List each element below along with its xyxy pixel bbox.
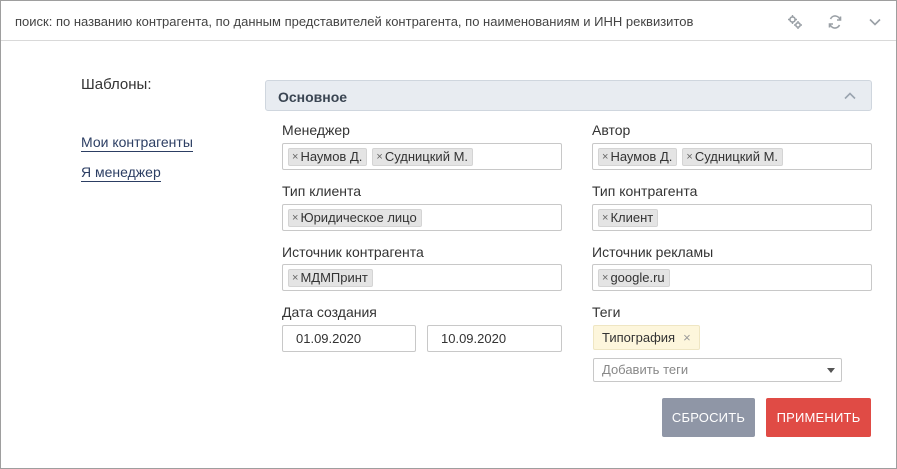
chevron-up-icon[interactable] bbox=[843, 89, 857, 103]
client-type-field[interactable]: × Юридическое лицо bbox=[282, 204, 562, 231]
chip-remove-icon[interactable]: × bbox=[602, 212, 608, 224]
chip-label: Наумов Д. bbox=[300, 149, 363, 164]
add-tags-placeholder: Добавить теги bbox=[602, 362, 689, 377]
chip: × google.ru bbox=[598, 268, 670, 287]
author-label: Автор bbox=[592, 122, 631, 138]
chip-remove-icon[interactable]: × bbox=[292, 272, 298, 284]
chip-label: МДМПринт bbox=[300, 270, 368, 285]
counterparty-type-label: Тип контрагента bbox=[592, 183, 698, 199]
chip-label: Судницкий М. bbox=[384, 149, 469, 164]
chip-label: Юридическое лицо bbox=[300, 210, 417, 225]
reset-button[interactable]: СБРОСИТЬ bbox=[662, 398, 755, 437]
chip-remove-icon[interactable]: × bbox=[376, 151, 382, 163]
manager-field[interactable]: × Наумов Д. × Судницкий М. bbox=[282, 143, 562, 170]
search-input[interactable]: поиск: по названию контрагента, по данны… bbox=[15, 14, 693, 29]
client-type-label: Тип клиента bbox=[282, 183, 362, 199]
template-link-my-counterparties[interactable]: Мои контрагенты bbox=[81, 134, 193, 152]
created-date-label: Дата создания bbox=[282, 304, 377, 320]
chip: × Наумов Д. bbox=[598, 147, 678, 166]
ad-source-field[interactable]: × google.ru bbox=[592, 264, 872, 291]
tag-remove-icon[interactable]: × bbox=[683, 330, 691, 345]
ad-source-label: Источник рекламы bbox=[592, 244, 714, 260]
chip: × Судницкий М. bbox=[372, 147, 474, 166]
apply-button[interactable]: ПРИМЕНИТЬ bbox=[766, 398, 871, 437]
chevron-down-icon[interactable] bbox=[865, 12, 885, 32]
search-bar[interactable]: поиск: по названию контрагента, по данны… bbox=[1, 1, 896, 41]
chip: × Судницкий М. bbox=[682, 147, 784, 166]
date-from-input[interactable]: 01.09.2020 bbox=[282, 325, 416, 352]
add-tags-select[interactable]: Добавить теги bbox=[593, 358, 842, 382]
chip: × Юридическое лицо bbox=[288, 208, 422, 227]
chip-remove-icon[interactable]: × bbox=[602, 272, 608, 284]
template-link-i-am-manager[interactable]: Я менеджер bbox=[81, 164, 161, 182]
chip-label: Наумов Д. bbox=[610, 149, 673, 164]
tag-pill: Типография × bbox=[593, 325, 700, 350]
chip-remove-icon[interactable]: × bbox=[292, 212, 298, 224]
section-title: Основное bbox=[278, 89, 348, 105]
chip-label: google.ru bbox=[610, 270, 665, 285]
chip-label: Клиент bbox=[610, 210, 654, 225]
counterparty-source-field[interactable]: × МДМПринт bbox=[282, 264, 562, 291]
chip: × Клиент bbox=[598, 208, 659, 227]
dropdown-arrow-icon bbox=[827, 368, 835, 373]
chip-remove-icon[interactable]: × bbox=[292, 151, 298, 163]
author-field[interactable]: × Наумов Д. × Судницкий М. bbox=[592, 143, 872, 170]
tag-pill-label: Типография bbox=[602, 330, 676, 345]
filter-panel bbox=[0, 0, 897, 469]
chip-remove-icon[interactable]: × bbox=[602, 151, 608, 163]
templates-title: Шаблоны: bbox=[81, 76, 152, 93]
chip: × МДМПринт bbox=[288, 268, 373, 287]
counterparty-type-field[interactable]: × Клиент bbox=[592, 204, 872, 231]
chip: × Наумов Д. bbox=[288, 147, 368, 166]
date-to-input[interactable]: 10.09.2020 bbox=[427, 325, 562, 352]
counterparty-source-label: Источник контрагента bbox=[282, 244, 424, 260]
manager-label: Менеджер bbox=[282, 122, 350, 138]
chip-remove-icon[interactable]: × bbox=[686, 151, 692, 163]
section-header-main[interactable]: Основное bbox=[265, 80, 872, 111]
chip-label: Судницкий М. bbox=[694, 149, 779, 164]
settings-icon[interactable] bbox=[785, 12, 805, 32]
tags-label: Теги bbox=[592, 304, 621, 320]
refresh-icon[interactable] bbox=[825, 12, 845, 32]
